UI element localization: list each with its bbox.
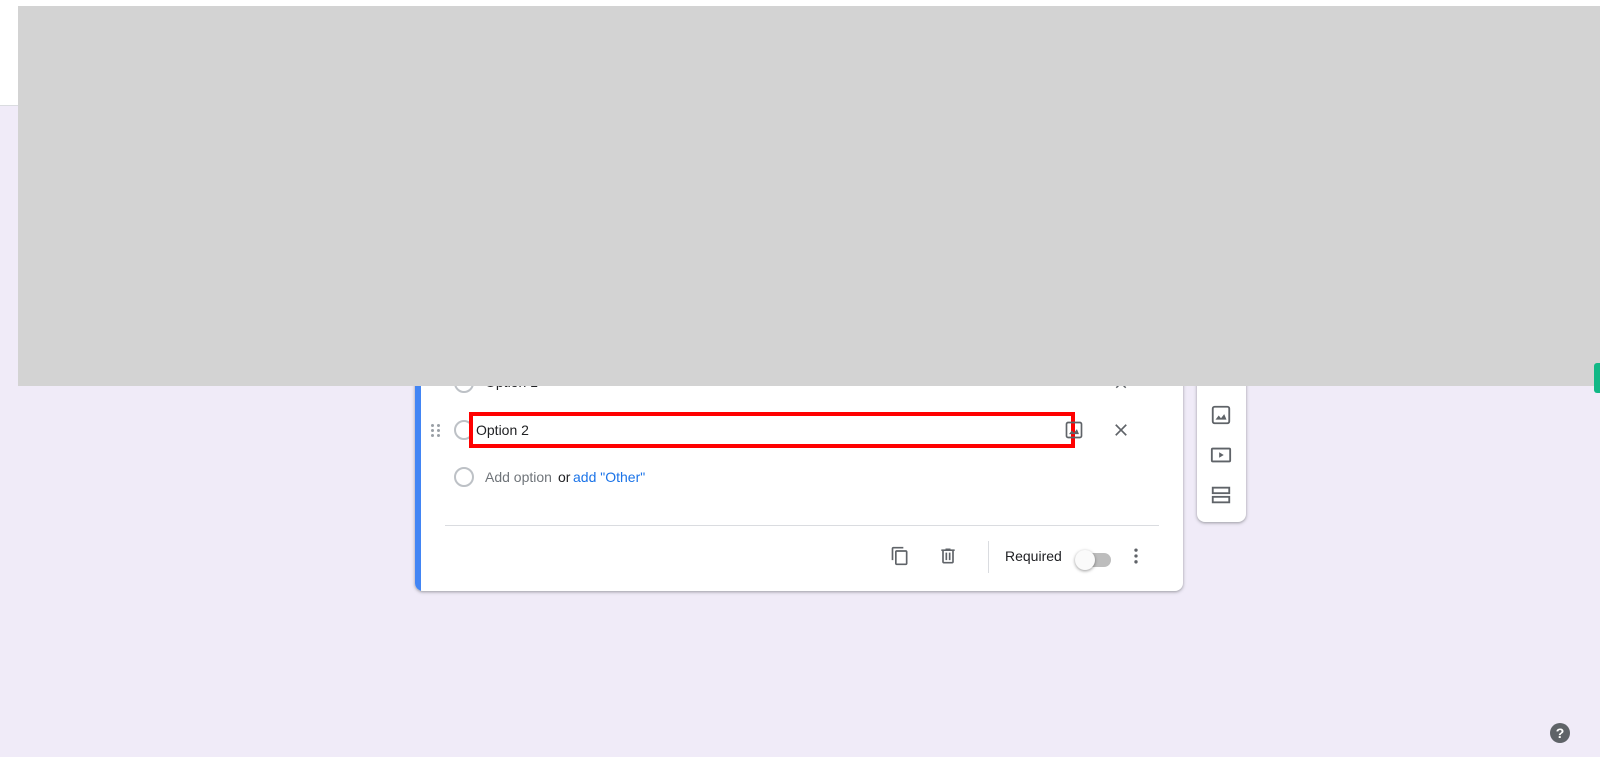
more-vert-icon bbox=[1134, 548, 1138, 564]
add-image-button[interactable] bbox=[1201, 395, 1241, 435]
required-toggle[interactable] bbox=[1075, 549, 1111, 570]
redacted-overlay bbox=[18, 6, 1600, 386]
add-option-row: Add option or add "Other" bbox=[421, 457, 1183, 497]
image-icon bbox=[1211, 405, 1231, 425]
copy-icon bbox=[891, 546, 908, 566]
footer-divider bbox=[988, 541, 989, 573]
trash-icon bbox=[941, 548, 955, 564]
add-video-button[interactable] bbox=[1201, 435, 1241, 475]
delete-question-button[interactable] bbox=[928, 536, 968, 576]
required-label: Required bbox=[1005, 548, 1062, 564]
image-icon bbox=[1065, 421, 1083, 439]
add-section-button[interactable] bbox=[1201, 475, 1241, 515]
video-play-icon bbox=[1210, 447, 1232, 463]
or-label: or bbox=[558, 469, 571, 485]
duplicate-question-button[interactable] bbox=[880, 536, 920, 576]
option-2-input[interactable] bbox=[473, 416, 1071, 444]
toggle-thumb bbox=[1075, 550, 1095, 570]
add-image-to-option-button[interactable] bbox=[1054, 410, 1094, 450]
more-options-button[interactable] bbox=[1116, 536, 1156, 576]
close-icon bbox=[1115, 424, 1127, 436]
remove-option-2-button[interactable] bbox=[1101, 410, 1141, 450]
card-footer-divider bbox=[445, 525, 1159, 526]
add-other-button[interactable]: add "Other" bbox=[573, 469, 645, 485]
option-row-2 bbox=[421, 410, 1183, 450]
help-button[interactable]: ? bbox=[1550, 723, 1570, 743]
drag-handle-icon[interactable] bbox=[431, 422, 441, 438]
help-icon: ? bbox=[1555, 725, 1565, 741]
section-icon bbox=[1211, 486, 1231, 504]
option-2-input-highlight bbox=[469, 412, 1075, 448]
add-option-button[interactable]: Add option bbox=[485, 469, 552, 485]
side-panel-tab[interactable] bbox=[1594, 363, 1600, 393]
radio-icon bbox=[454, 467, 474, 487]
